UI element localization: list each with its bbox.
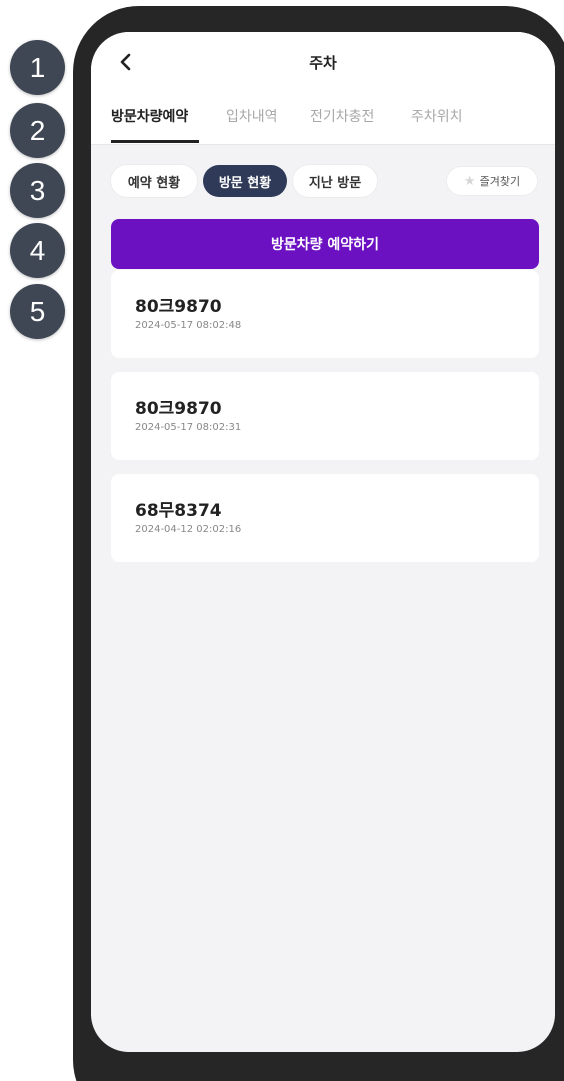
annotation-marker-4: 4 [10, 223, 65, 278]
visit-card[interactable]: 68무8374 2024-04-12 02:02:16 [111, 474, 539, 562]
active-tab-indicator [111, 140, 199, 143]
annotation-marker-2: 2 [10, 103, 65, 158]
annotation-marker-5: 5 [10, 284, 65, 339]
tab-entry-history[interactable]: 입차내역 [226, 106, 278, 126]
reserve-visitor-vehicle-button[interactable]: 방문차량 예약하기 [111, 219, 539, 269]
phone-screen: 주차 방문차량예약 입차내역 전기차충전 주차위치 예약 현황 방문 현황 지난… [91, 32, 555, 1052]
chip-visit-status[interactable]: 방문 현황 [203, 165, 287, 197]
tab-bar: 방문차량예약 입차내역 전기차충전 주차위치 [91, 94, 555, 145]
favorites-label: 즐겨찾기 [479, 175, 521, 188]
page-title: 주차 [309, 54, 337, 72]
visit-datetime: 2024-05-17 08:02:31 [135, 422, 242, 433]
license-plate: 68무8374 [135, 501, 222, 521]
tab-visitor-reservation[interactable]: 방문차량예약 [111, 106, 188, 126]
stage: 1 2 3 4 5 주차 방문차량예약 입차내역 전기차충전 주차위치 예약 현… [0, 0, 564, 1081]
tab-parking-location[interactable]: 주차위치 [411, 106, 463, 126]
annotation-marker-1: 1 [10, 40, 65, 95]
license-plate: 80크9870 [135, 297, 222, 317]
annotation-marker-3: 3 [10, 163, 65, 218]
tab-ev-charging[interactable]: 전기차충전 [310, 106, 374, 126]
visit-datetime: 2024-04-12 02:02:16 [135, 524, 242, 535]
visit-card[interactable]: 80크9870 2024-05-17 08:02:31 [111, 372, 539, 460]
favorites-button[interactable]: ★ 즐겨찾기 [447, 167, 537, 195]
visit-card[interactable]: 80크9870 2024-05-17 08:02:48 [111, 270, 539, 358]
visit-datetime: 2024-05-17 08:02:48 [135, 320, 242, 331]
star-icon: ★ [463, 173, 476, 189]
filter-chip-row: 예약 현황 방문 현황 지난 방문 ★ 즐겨찾기 [91, 145, 555, 217]
license-plate: 80크9870 [135, 399, 222, 419]
chip-reservation-status[interactable]: 예약 현황 [111, 165, 197, 197]
chip-past-visits[interactable]: 지난 방문 [293, 165, 377, 197]
app-header: 주차 [91, 32, 555, 94]
